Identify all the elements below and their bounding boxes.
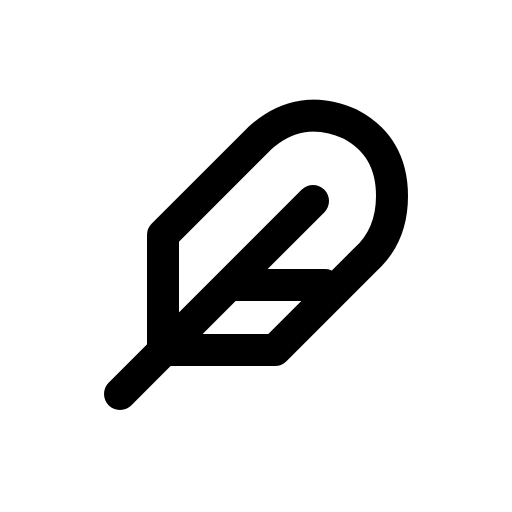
icon-canvas [0, 0, 512, 512]
feather-icon [104, 99, 408, 410]
